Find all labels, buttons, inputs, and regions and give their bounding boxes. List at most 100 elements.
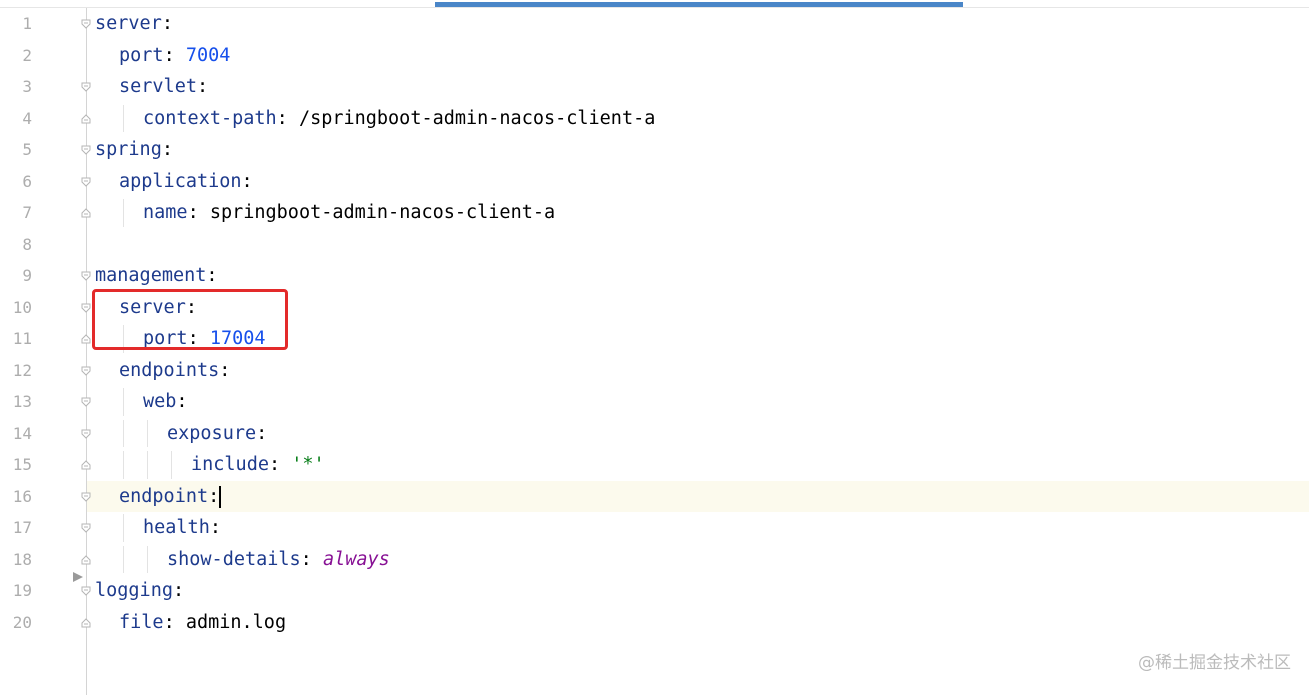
token-colon: : [300,548,323,570]
indent-guide [123,419,124,447]
indent-guide [171,451,172,479]
token-key: logging [95,580,173,601]
token-key: context-path [143,107,277,129]
token-key: management [95,265,207,286]
line-number: 3 [22,77,32,96]
token-colon: : [208,485,220,507]
fold-collapse-icon[interactable] [81,492,91,502]
indent-guide [123,545,124,573]
fold-end-icon[interactable] [81,460,91,470]
line-number: 10 [12,297,32,317]
code-line[interactable]: web: [143,386,188,418]
token-num: 7004 [185,44,231,66]
token-colon: : [209,517,221,538]
fold-end-icon[interactable] [81,208,91,218]
token-colon: : [161,139,173,160]
line-number: 16 [12,486,32,506]
annotation-highlight-box [92,289,288,350]
fold-collapse-icon[interactable] [81,303,91,313]
code-line[interactable]: port: 7004 [119,40,230,72]
fold-collapse-icon[interactable] [81,177,91,187]
indent-guide [123,199,124,227]
token-key: include [191,454,269,475]
fold-collapse-icon[interactable] [81,82,91,92]
code-line[interactable]: application: [119,166,253,198]
fold-collapse-icon[interactable] [81,19,91,29]
line-number: 8 [22,234,32,254]
fold-collapse-icon[interactable] [81,397,91,407]
token-key: web [143,391,177,412]
code-line[interactable]: health: [143,512,221,544]
code-line[interactable]: name: springboot-admin-nacos-client-a [143,197,555,229]
token-colon: : [241,170,253,192]
code-line[interactable]: show-details: always [167,544,390,576]
token-colon: : [172,580,185,601]
token-key: application [119,170,242,192]
code-line[interactable]: servlet: [119,71,208,103]
line-number: 9 [22,266,32,285]
token-colon: : [163,44,186,66]
line-number: 11 [12,329,32,348]
token-colon: : [276,107,299,129]
token-colon: : [176,391,188,412]
indent-guide [123,451,124,479]
line-number: 5 [22,140,32,159]
token-key: port [119,44,164,66]
token-colon: : [268,454,292,475]
fold-end-icon[interactable] [81,113,91,124]
token-plain: admin.log [185,611,287,633]
code-line[interactable]: include: '*' [191,449,325,481]
line-number: 4 [22,108,32,128]
code-line[interactable]: context-path: /springboot-admin-nacos-cl… [143,103,655,135]
code-line[interactable]: endpoints: [119,355,230,387]
fold-collapse-icon[interactable] [81,366,91,376]
fold-collapse-icon[interactable] [81,523,91,533]
code-line[interactable]: management: [95,260,218,292]
code-line[interactable]: spring: [95,134,173,166]
line-number: 14 [12,423,32,443]
token-key: exposure [167,422,257,444]
token-key: endpoints [119,359,220,381]
token-colon: : [256,422,268,444]
code-line[interactable]: exposure: [167,418,267,450]
token-key: name [143,202,188,223]
current-line-highlight [87,480,1309,512]
fold-end-icon[interactable] [81,554,91,565]
token-plain: /springboot-admin-nacos-client-a [298,107,656,129]
token-key: server [95,13,162,34]
token-kw: always [322,548,390,570]
line-number: 13 [12,392,32,411]
code-line[interactable]: server: [95,8,173,40]
fold-end-icon[interactable] [81,617,91,628]
text-caret [219,485,222,508]
line-number: 17 [12,518,32,537]
token-colon: : [196,76,209,97]
code-line[interactable]: endpoint: [119,481,222,513]
code-line[interactable]: file: admin.log [119,607,286,639]
code-editor[interactable]: 1 server: 2 port: 7004 3 servlet: 4 context-pat… [0,0,1309,695]
token-key: spring [95,139,162,160]
fold-collapse-icon[interactable] [81,586,91,596]
fold-end-icon[interactable] [81,334,91,344]
fold-collapse-icon[interactable] [81,271,91,281]
token-plain: springboot-admin-nacos-client-a [209,202,556,223]
code-line[interactable]: logging: [95,575,184,607]
token-key: file [119,611,164,633]
breakpoint-arrow-icon[interactable] [72,568,84,582]
line-number: 20 [12,612,32,632]
indent-guide [123,388,124,416]
token-key: health [143,517,210,538]
line-number: 2 [22,45,32,65]
fold-collapse-icon[interactable] [81,429,91,439]
editor-top-border [0,7,1309,8]
line-number: 12 [12,360,32,380]
token-colon: : [206,265,218,286]
fold-collapse-icon[interactable] [81,145,91,155]
line-number: 6 [22,171,32,191]
line-number: 1 [22,14,32,33]
token-key: servlet [119,76,197,97]
indent-guide [123,514,124,542]
token-colon: : [161,13,173,34]
indent-guide [147,545,148,573]
token-colon: : [219,359,231,381]
